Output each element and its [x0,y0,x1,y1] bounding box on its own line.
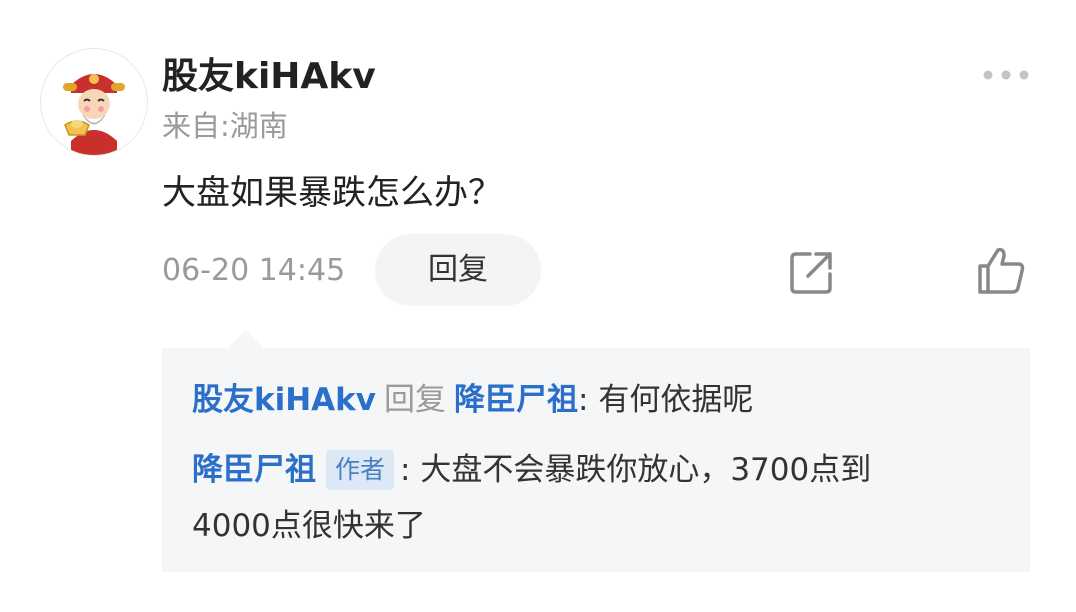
comment-username[interactable]: 股友kiHAkv [162,52,376,102]
comment-timestamp: 06-20 14:45 [162,253,346,288]
reply-text: : 大盘不会暴跌你放心，3700点到 [400,452,872,488]
comment-text: 大盘如果暴跌怎么办？ [162,173,502,213]
comment-card: 股友kiHAkv 来自:湖南 大盘如果暴跌怎么办？ 06-20 14:45 回复… [0,0,1076,612]
reply-text: : 有何依据呢 [578,382,754,418]
reply-thread: 股友kiHAkv 回复 降臣尸祖: 有何依据呢 降臣尸祖 作者: 大盘不会暴跌你放心，… [162,348,1030,572]
comment-location: 来自:湖南 [162,109,288,143]
reply-from-user[interactable]: 股友kiHAkv [192,382,376,418]
reply-from-user[interactable]: 降臣尸祖 [192,452,316,488]
reply-item: 股友kiHAkv 回复 降臣尸祖: 有何依据呢 [192,378,753,422]
reply-item: 降臣尸祖 作者: 大盘不会暴跌你放心，3700点到 [192,448,871,492]
reply-box-caret [228,330,264,348]
reply-button[interactable]: 回复 [375,234,541,306]
fortune-god-avatar-icon [41,49,147,155]
author-badge: 作者 [326,450,395,490]
reply-word: 回复 [384,382,447,418]
more-dots-icon[interactable] [980,60,1032,90]
avatar[interactable] [40,48,148,156]
reply-to-user[interactable]: 降臣尸祖 [454,382,578,418]
share-icon[interactable] [786,246,838,298]
thumbs-up-icon[interactable] [974,244,1028,298]
reply-text-continued: 4000点很快来了 [192,508,426,544]
